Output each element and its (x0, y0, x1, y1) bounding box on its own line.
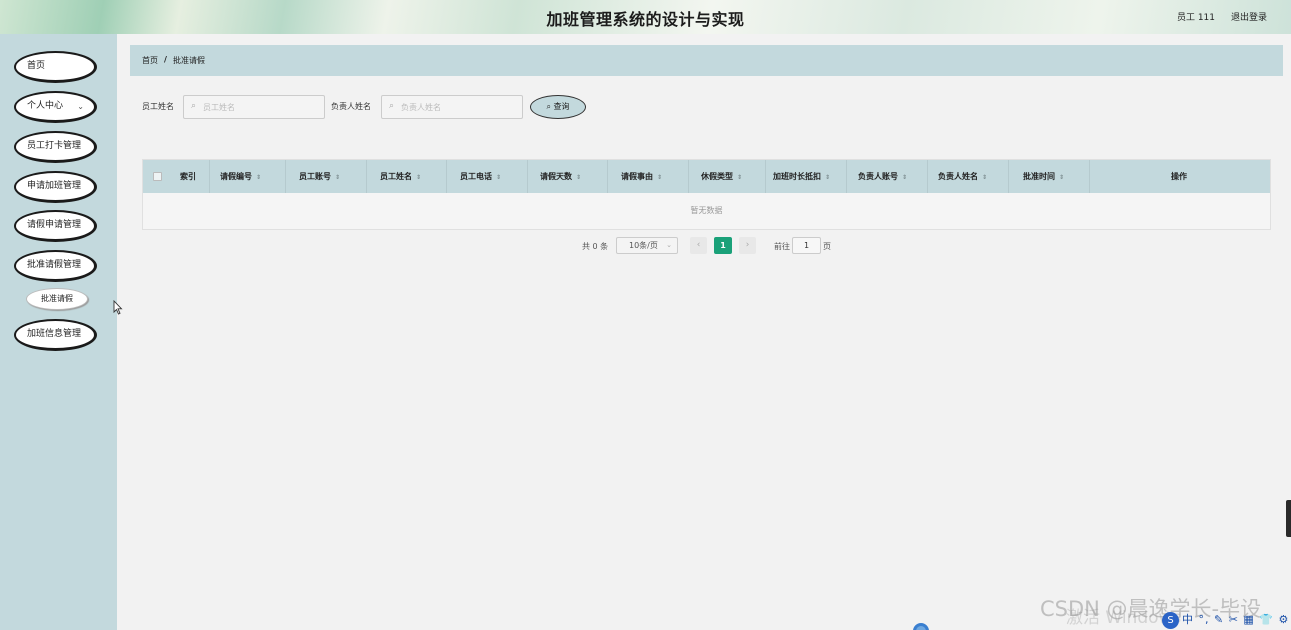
manager-name-label: 负责人姓名 (331, 102, 371, 111)
column-header-leave-id[interactable]: 请假编号 ⇕ (220, 160, 261, 193)
search-icon: ⌕ (389, 101, 395, 111)
column-header-actions: 操作 (1171, 172, 1187, 181)
prev-page-button[interactable]: ‹ (690, 237, 707, 254)
column-header-leave-reason[interactable]: 请假事由 ⇕ (621, 160, 662, 193)
sort-icon: ⇕ (657, 174, 663, 181)
floating-dot[interactable] (913, 623, 929, 630)
pagination-total: 共 0 条 (582, 242, 609, 251)
breadcrumb-separator: / (164, 55, 167, 64)
sidebar-item-label: 请假申请管理 (27, 220, 82, 230)
sort-icon: ⇕ (1059, 174, 1065, 181)
sort-icon: ⇕ (825, 174, 831, 181)
sidebar-item-label: 首页 (27, 61, 46, 71)
select-all-checkbox[interactable] (153, 172, 162, 181)
query-button[interactable]: ⌕ 查询 (530, 95, 586, 119)
current-user: 员工 111 (1176, 13, 1215, 23)
employee-name-input[interactable]: ⌕ 员工姓名 (183, 95, 325, 119)
sidebar-item-leave-apply[interactable]: 请假申请管理 (14, 210, 97, 242)
chevron-down-icon: ⌄ (77, 102, 84, 111)
sort-icon: ⇕ (496, 174, 502, 181)
sort-icon: ⇕ (982, 174, 988, 181)
table-header: 索引 请假编号 ⇕ 员工账号 ⇕ 员工姓名 ⇕ 员工电话 ⇕ 请假天数 ⇕ 请假事由 ⇕ 休… (143, 160, 1270, 193)
column-header-leave-days[interactable]: 请假天数 ⇕ (540, 160, 581, 193)
logout-link[interactable]: 退出登录 (1231, 10, 1267, 23)
search-icon: ⌕ (546, 102, 551, 111)
search-icon: ⌕ (191, 101, 197, 111)
sidebar-item-personal-center[interactable]: 个人中心 ⌄ (14, 91, 97, 123)
column-header-manager-account[interactable]: 负责人账号 ⇕ (858, 160, 907, 193)
goto-label: 前往 (774, 242, 790, 251)
next-page-button[interactable]: › (739, 237, 756, 254)
page-suffix-label: 页 (823, 242, 831, 251)
column-header-employee-account[interactable]: 员工账号 ⇕ (299, 160, 340, 193)
sidebar-item-leave-approve-mgmt[interactable]: 批准请假管理 (14, 250, 97, 282)
column-header-employee-phone[interactable]: 员工电话 ⇕ (460, 160, 501, 193)
goto-page-input[interactable]: 1 (792, 237, 821, 254)
sidebar-item-label: 批准请假管理 (27, 260, 82, 270)
sidebar-item-label: 加班信息管理 (27, 329, 82, 339)
sidebar-item-attendance[interactable]: 员工打卡管理 (14, 131, 97, 163)
top-header: 加班管理系统的设计与实现 员工 111 退出登录 (0, 0, 1291, 34)
app-title: 加班管理系统的设计与实现 (546, 10, 745, 29)
column-header-overtime-deduct[interactable]: 加班时长抵扣 ⇕ (773, 160, 830, 193)
sort-icon: ⇕ (335, 174, 341, 181)
column-header-index: 索引 (180, 172, 196, 181)
employee-name-label: 员工姓名 (142, 102, 174, 111)
sort-icon: ⇕ (902, 174, 908, 181)
column-header-employee-name[interactable]: 员工姓名 ⇕ (380, 160, 421, 193)
sidebar-item-label: 申请加班管理 (27, 181, 82, 191)
sidebar-item-overtime-apply[interactable]: 申请加班管理 (14, 171, 97, 203)
employee-name-placeholder: 员工姓名 (203, 103, 235, 112)
sidebar-item-home[interactable]: 首页 (14, 51, 97, 83)
manager-name-input[interactable]: ⌕ 负责人姓名 (381, 95, 523, 119)
side-scroll-tab[interactable] (1286, 500, 1291, 537)
sidebar-subitem-leave-approve[interactable]: 批准请假 (26, 288, 88, 310)
sort-icon: ⇕ (576, 174, 582, 181)
table-empty-state: 暂无数据 (690, 206, 723, 215)
sidebar-item-label: 个人中心 (27, 101, 64, 111)
mouse-cursor-icon (113, 300, 123, 315)
column-header-leave-type[interactable]: 休假类型 ⇕ (701, 160, 742, 193)
column-header-approve-time[interactable]: 批准时间 ⇕ (1023, 160, 1064, 193)
page-size-select[interactable]: 10条/页 ⌄ (616, 237, 678, 254)
sort-icon: ⇕ (256, 174, 262, 181)
sort-icon: ⇕ (416, 174, 422, 181)
sidebar-item-overtime-info[interactable]: 加班信息管理 (14, 319, 97, 351)
page-size-value: 10条/页 (629, 241, 658, 250)
column-header-manager-name[interactable]: 负责人姓名 ⇕ (938, 160, 987, 193)
ime-toolbar[interactable]: 中 °, ✎ ✂ ▦ 👕 ⚙ (1162, 611, 1291, 630)
breadcrumb-current: 批准请假 (173, 56, 205, 65)
page-number-current[interactable]: 1 (714, 237, 732, 254)
breadcrumb-home[interactable]: 首页 (142, 55, 158, 66)
sidebar-item-label: 员工打卡管理 (27, 141, 82, 151)
leave-approval-table: 索引 请假编号 ⇕ 员工账号 ⇕ 员工姓名 ⇕ 员工电话 ⇕ 请假天数 ⇕ 请假事由 ⇕ 休… (142, 159, 1271, 230)
sort-icon: ⇕ (737, 174, 743, 181)
query-button-label: 查询 (553, 102, 570, 111)
breadcrumb: 首页 / 批准请假 (130, 45, 1283, 76)
manager-name-placeholder: 负责人姓名 (401, 103, 441, 112)
chevron-down-icon: ⌄ (666, 241, 672, 249)
